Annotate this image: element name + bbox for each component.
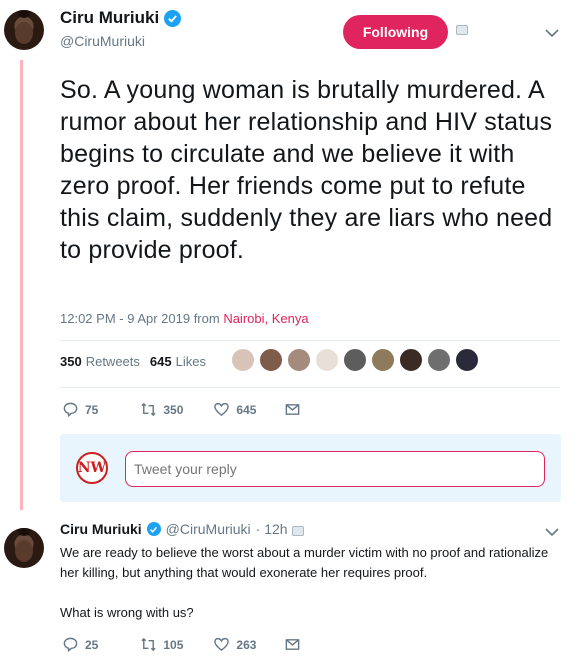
direct-message-button[interactable] xyxy=(284,401,301,418)
reply-paragraph: We are ready to believe the worst about … xyxy=(60,545,549,580)
handle[interactable]: @CiruMuriuki xyxy=(166,521,251,537)
reply-input[interactable] xyxy=(125,451,545,487)
retweet-button[interactable]: 105 xyxy=(140,636,183,653)
liker-avatar[interactable] xyxy=(315,348,339,372)
caret-down-icon[interactable] xyxy=(545,527,559,537)
verified-icon xyxy=(164,9,182,27)
reply-count: 25 xyxy=(85,637,99,652)
user-avatar[interactable]: NW xyxy=(76,452,108,484)
following-button[interactable]: Following xyxy=(343,15,448,49)
tweet-time[interactable]: · 12h xyxy=(256,521,288,537)
liker-avatar[interactable] xyxy=(259,348,283,372)
message-icon xyxy=(286,404,300,415)
tweet-timestamp: 12:02 PM - 9 Apr 2019 from Nairobi, Keny… xyxy=(60,311,309,326)
liker-avatar[interactable] xyxy=(371,348,395,372)
display-name[interactable]: Ciru Muriuki xyxy=(60,521,142,537)
liker-avatar[interactable] xyxy=(427,348,451,372)
reply-header: Ciru Muriuki @CiruMuriuki · 12h xyxy=(60,521,288,537)
block-icon xyxy=(292,526,304,536)
tweet-text: So. A young woman is brutally murdered. … xyxy=(60,76,553,264)
tweet-stats: 350 Retweets 645 Likes xyxy=(60,354,206,369)
reply-button[interactable]: 25 xyxy=(62,636,98,653)
reply-icon xyxy=(63,402,78,418)
verified-icon xyxy=(146,522,161,536)
retweet-count: 105 xyxy=(163,637,184,652)
timestamp[interactable]: 12:02 PM - 9 Apr 2019 from xyxy=(60,311,223,326)
reply-button[interactable]: 75 xyxy=(62,401,98,418)
like-button[interactable]: 645 xyxy=(213,401,256,418)
retweet-button[interactable]: 350 xyxy=(140,401,183,418)
like-count: 263 xyxy=(236,637,257,652)
retweets-label[interactable]: Retweets xyxy=(86,354,140,369)
liker-avatar[interactable] xyxy=(343,348,367,372)
thread-line xyxy=(20,60,23,510)
tweet-header: Ciru Muriuki @CiruMuriuki xyxy=(60,8,182,49)
likes-label[interactable]: Likes xyxy=(176,354,206,369)
location-link[interactable]: Nairobi, Kenya xyxy=(223,311,308,326)
liker-avatar[interactable] xyxy=(455,348,479,372)
tweet-actions: 75 350 645 xyxy=(62,401,301,418)
like-count: 645 xyxy=(236,402,257,417)
likers-avatars xyxy=(231,348,479,372)
block-icon xyxy=(456,25,468,35)
liker-avatar[interactable] xyxy=(287,348,311,372)
liker-avatar[interactable] xyxy=(399,348,423,372)
reply-actions: 25 105 263 xyxy=(62,636,301,653)
caret-down-icon[interactable] xyxy=(545,28,559,38)
direct-message-button[interactable] xyxy=(284,636,301,653)
reply-paragraph: What is wrong with us? xyxy=(60,605,194,620)
liker-avatar[interactable] xyxy=(231,348,255,372)
divider xyxy=(60,340,560,341)
message-icon xyxy=(286,639,300,650)
avatar[interactable] xyxy=(4,528,44,568)
like-icon xyxy=(214,637,230,652)
retweet-icon xyxy=(141,402,156,417)
reply-icon xyxy=(63,637,78,653)
handle[interactable]: @CiruMuriuki xyxy=(60,33,181,49)
retweets-count[interactable]: 350 xyxy=(60,354,82,369)
retweet-icon xyxy=(141,637,156,652)
like-button[interactable]: 263 xyxy=(213,636,256,653)
like-icon xyxy=(214,402,230,417)
display-name[interactable]: Ciru Muriuki xyxy=(60,8,159,28)
likes-count[interactable]: 645 xyxy=(150,354,172,369)
retweet-count: 350 xyxy=(163,402,184,417)
avatar[interactable] xyxy=(4,10,44,50)
reply-text: We are ready to believe the worst about … xyxy=(60,543,565,643)
reply-count: 75 xyxy=(85,402,99,417)
divider xyxy=(60,387,560,388)
